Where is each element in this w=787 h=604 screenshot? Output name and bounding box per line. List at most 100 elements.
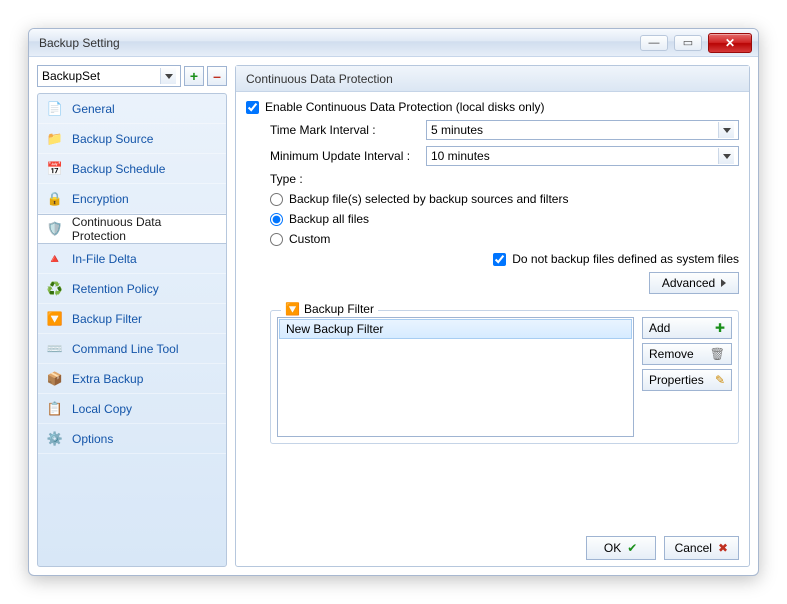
sidebar-item-encryption[interactable]: 🔒 Encryption — [38, 184, 226, 214]
window-title: Backup Setting — [39, 36, 120, 50]
advanced-label: Advanced — [662, 276, 715, 290]
filter-list[interactable]: New Backup Filter — [277, 317, 634, 437]
close-button[interactable]: ✕ — [708, 33, 752, 53]
min-update-label: Minimum Update Interval : — [270, 149, 420, 163]
panel-body: Enable Continuous Data Protection (local… — [236, 92, 749, 530]
enable-cdp-label: Enable Continuous Data Protection (local… — [265, 100, 544, 114]
group-title-text: Backup Filter — [304, 302, 374, 316]
sidebar-item-general[interactable]: 📄 General — [38, 94, 226, 124]
shield-icon: 🛡️ — [46, 220, 64, 238]
chevron-right-icon — [721, 279, 726, 287]
sidebar-item-label: Continuous Data Protection — [72, 215, 218, 243]
enable-cdp-row[interactable]: Enable Continuous Data Protection (local… — [246, 100, 739, 114]
dialog-footer: OK ✔ Cancel ✖ — [236, 530, 749, 566]
advanced-button[interactable]: Advanced — [649, 272, 739, 294]
recycle-icon: ♻️ — [46, 280, 64, 298]
type-option-label: Custom — [289, 232, 330, 246]
sidebar-item-backup-source[interactable]: 📁 Backup Source — [38, 124, 226, 154]
backupset-value: BackupSet — [42, 69, 100, 83]
sidebar-item-retention[interactable]: ♻️ Retention Policy — [38, 274, 226, 304]
type-option-all[interactable]: Backup all files — [270, 212, 739, 226]
sidebar-item-backup-schedule[interactable]: 📅 Backup Schedule — [38, 154, 226, 184]
main-panel: Continuous Data Protection Enable Contin… — [235, 65, 750, 567]
maximize-button[interactable]: ▭ — [674, 35, 702, 51]
sidebar-item-label: In-File Delta — [72, 252, 137, 266]
backupset-select[interactable]: BackupSet — [37, 65, 181, 87]
sidebar-item-cdp[interactable]: 🛡️ Continuous Data Protection — [38, 214, 226, 244]
system-files-label: Do not backup files defined as system fi… — [512, 252, 739, 266]
filter-remove-button[interactable]: Remove 🗑 — [642, 343, 732, 365]
filter-list-item[interactable]: New Backup Filter — [279, 319, 632, 339]
sidebar-item-cli[interactable]: ⌨️ Command Line Tool — [38, 334, 226, 364]
sidebar-item-backup-filter[interactable]: 🔽 Backup Filter — [38, 304, 226, 334]
button-label: Cancel — [675, 541, 712, 555]
chevron-down-icon — [160, 68, 176, 84]
filter-properties-button[interactable]: Properties ✎ — [642, 369, 732, 391]
plus-icon: ✚ — [715, 321, 725, 335]
calendar-icon: 📅 — [46, 160, 64, 178]
time-mark-select[interactable]: 5 minutes — [426, 120, 739, 140]
ok-button[interactable]: OK ✔ — [586, 536, 656, 560]
sidebar: 📄 General 📁 Backup Source 📅 Backup Sched… — [37, 93, 227, 567]
filter-body: New Backup Filter Add ✚ Remove — [277, 317, 732, 437]
left-column: BackupSet + – 📄 General 📁 Backup Source … — [37, 65, 227, 567]
page-icon: 📄 — [46, 100, 64, 118]
min-update-select[interactable]: 10 minutes — [426, 146, 739, 166]
edit-icon: ✎ — [715, 373, 725, 387]
sidebar-item-local-copy[interactable]: 📋 Local Copy — [38, 394, 226, 424]
button-label: Properties — [649, 373, 704, 387]
folder-icon: 📁 — [46, 130, 64, 148]
type-option-label: Backup all files — [289, 212, 369, 226]
sidebar-item-label: Encryption — [72, 192, 129, 206]
time-mark-row: Time Mark Interval : 5 minutes — [270, 120, 739, 140]
minimize-button[interactable]: — — [640, 35, 668, 51]
backup-filter-group: 🔽 Backup Filter New Backup Filter — [270, 310, 739, 444]
sidebar-item-extra-backup[interactable]: 📦 Extra Backup — [38, 364, 226, 394]
type-option-custom[interactable]: Custom — [270, 232, 739, 246]
panel-title: Continuous Data Protection — [246, 72, 393, 86]
sidebar-item-label: Backup Source — [72, 132, 153, 146]
check-icon: ✔ — [627, 541, 637, 555]
chevron-down-icon — [718, 148, 734, 164]
type-radio-sources[interactable] — [270, 193, 283, 206]
sidebar-item-label: Extra Backup — [72, 372, 143, 386]
trash-icon: 🗑 — [710, 347, 725, 361]
dialog-window: Backup Setting — ▭ ✕ BackupSet + – 📄 Gen… — [28, 28, 759, 576]
add-backupset-button[interactable]: + — [184, 66, 204, 86]
min-update-value: 10 minutes — [431, 149, 490, 163]
group-title: 🔽 Backup Filter — [281, 302, 378, 316]
filter-add-button[interactable]: Add ✚ — [642, 317, 732, 339]
enable-cdp-checkbox[interactable] — [246, 101, 259, 114]
remove-backupset-button[interactable]: – — [207, 66, 227, 86]
chevron-down-icon — [718, 122, 734, 138]
min-update-row: Minimum Update Interval : 10 minutes — [270, 146, 739, 166]
sidebar-item-label: Local Copy — [72, 402, 132, 416]
type-radio-all[interactable] — [270, 213, 283, 226]
type-radio-custom[interactable] — [270, 233, 283, 246]
sidebar-item-infile-delta[interactable]: 🔺 In-File Delta — [38, 244, 226, 274]
panel-header: Continuous Data Protection — [236, 66, 749, 92]
button-label: Remove — [649, 347, 694, 361]
gear-icon: ⚙️ — [46, 430, 64, 448]
terminal-icon: ⌨️ — [46, 340, 64, 358]
cdp-options: Time Mark Interval : 5 minutes Minimum U… — [246, 120, 739, 444]
system-files-checkbox[interactable] — [493, 253, 506, 266]
package-icon: 📦 — [46, 370, 64, 388]
type-option-label: Backup file(s) selected by backup source… — [289, 192, 568, 206]
type-option-sources[interactable]: Backup file(s) selected by backup source… — [270, 192, 739, 206]
system-files-row: Do not backup files defined as system fi… — [270, 252, 739, 266]
copy-icon: 📋 — [46, 400, 64, 418]
filter-item-label: New Backup Filter — [286, 322, 383, 336]
time-mark-value: 5 minutes — [431, 123, 483, 137]
cancel-button[interactable]: Cancel ✖ — [664, 536, 739, 560]
titlebar: Backup Setting — ▭ ✕ — [29, 29, 758, 57]
window-controls: — ▭ ✕ — [640, 33, 752, 53]
sidebar-item-options[interactable]: ⚙️ Options — [38, 424, 226, 454]
client-area: BackupSet + – 📄 General 📁 Backup Source … — [29, 57, 758, 575]
button-label: OK — [604, 541, 621, 555]
advanced-row: Advanced — [270, 272, 739, 294]
sidebar-item-label: Retention Policy — [72, 282, 159, 296]
type-label: Type : — [270, 172, 303, 186]
sidebar-item-label: Backup Schedule — [72, 162, 165, 176]
delta-icon: 🔺 — [46, 250, 64, 268]
